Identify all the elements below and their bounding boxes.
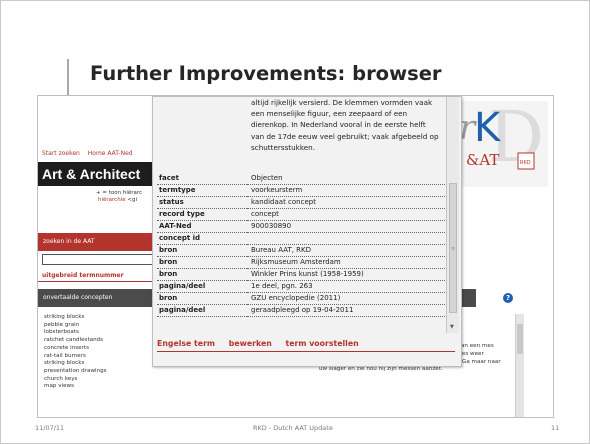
footer-date: 11/07/11 (35, 424, 65, 432)
concept-item[interactable]: map views (44, 383, 107, 391)
toon-hint: + = toon hiërarc (96, 190, 143, 196)
row-value: voorkeursterm (247, 184, 447, 197)
row-key: bron (157, 244, 247, 257)
table-row: status kandidaat concept (157, 196, 447, 209)
right-scrollbar[interactable] (515, 314, 524, 417)
popup-scope-note: altijd rijkelijk versierd. De klemmen vo… (251, 98, 439, 152)
concept-item[interactable]: church keys (44, 376, 107, 384)
concept-item[interactable]: rat-tail burners (44, 353, 107, 361)
top-nav: Start zoeken Home AAT-Ned (42, 150, 139, 157)
table-row: bron GZU encyclopedie (2011) (157, 292, 447, 305)
row-key: pagina/deel (157, 304, 247, 317)
search-panel-title: zoeken in de AAT (43, 238, 95, 245)
row-value: Winkler Prins kunst (1958-1959) (247, 268, 447, 281)
scrollbar-grip-icon: ≡ (451, 246, 456, 252)
table-row: record type concept (157, 208, 447, 221)
slide-title: Further Improvements: browser (90, 62, 442, 85)
table-row: bron Winkler Prins kunst (1958-1959) (157, 268, 447, 281)
concept-item[interactable]: concrete inserts (44, 345, 107, 353)
concept-popup: altijd rijkelijk versierd. De klemmen vo… (152, 96, 462, 367)
table-row: concept id (157, 232, 447, 245)
table-row: bron Bureau AAT, RKD (157, 244, 447, 257)
row-key: facet (157, 173, 247, 185)
row-key: termtype (157, 184, 247, 197)
row-value: Rijksmuseum Amsterdam (247, 256, 447, 269)
row-value: Bureau AAT, RKD (247, 244, 447, 257)
divider (38, 281, 158, 282)
hierarchy-line: hiërarchie <gi (98, 197, 137, 203)
concept-details-table: facet Objecten termtype voorkeursterm stat… (157, 173, 447, 317)
table-row: bron Rijksmuseum Amsterdam (157, 256, 447, 269)
row-key: bron (157, 268, 247, 281)
row-value: 900030890 (247, 220, 447, 233)
popup-scrollbar[interactable]: ≡ ▼ (446, 97, 459, 333)
bewerken-link[interactable]: bewerken (229, 339, 272, 348)
logo-letter-k: K (474, 105, 502, 151)
row-key: record type (157, 208, 247, 221)
search-input[interactable] (42, 254, 157, 265)
hierarchy-rest: <gi (127, 197, 137, 203)
row-value (247, 232, 447, 245)
site-logo[interactable]: Art & Architect (42, 166, 140, 182)
browser-screenshot: Start zoeken Home AAT-Ned Art & Architec… (37, 95, 554, 418)
link-termnummer[interactable]: termnummer (79, 272, 123, 279)
rkd-logo: D r K &AT RKD (458, 101, 548, 187)
table-row: termtype voorkeursterm (157, 184, 447, 197)
concept-list: striking blocks pebble grain lobsterboat… (44, 314, 107, 391)
concept-item[interactable]: presentation drawings (44, 368, 107, 376)
search-links: uitgebreid termnummer (42, 272, 124, 279)
untranslated-header: onvertaalde concepten (38, 289, 158, 307)
row-key: bron (157, 256, 247, 269)
row-key: concept id (157, 232, 247, 245)
hierarchy-link[interactable]: hiërarchie (98, 197, 126, 203)
popup-actions-rule (157, 351, 455, 352)
row-key: AAT-Ned (157, 220, 247, 233)
concept-item[interactable]: striking blocks (44, 360, 107, 368)
help-icon[interactable]: ? (503, 293, 513, 303)
footer-center: RKD - Dutch AAT Update (253, 424, 333, 432)
engelse-term-link[interactable]: Engelse term (157, 339, 215, 348)
scroll-down-icon[interactable]: ▼ (450, 324, 454, 330)
nav-home-aat[interactable]: Home AAT-Ned (88, 150, 133, 157)
site-logo-bar: Art & Architect (38, 162, 158, 186)
row-key: bron (157, 292, 247, 305)
logo-letter-at: &AT (466, 151, 499, 169)
table-row: facet Objecten (157, 173, 447, 185)
table-row: pagina/deel geraadpleegd op 19-04-2011 (157, 304, 447, 317)
untranslated-title: onvertaalde concepten (43, 294, 113, 301)
link-uitgebreid[interactable]: uitgebreid (42, 272, 77, 279)
page-number: 11 (551, 424, 560, 432)
row-value: 1e deel, pgn. 263 (247, 280, 447, 293)
concept-item[interactable]: pebble grain (44, 322, 107, 330)
popup-actions: Engelse term bewerken term voorstellen (157, 339, 370, 348)
row-value: Objecten (247, 173, 447, 185)
search-panel-header: zoeken in de AAT (38, 233, 158, 251)
row-value: kandidaat concept (247, 196, 447, 209)
table-row: AAT-Ned 900030890 (157, 220, 447, 233)
concept-item[interactable]: lobsterboats (44, 329, 107, 337)
table-row: pagina/deel 1e deel, pgn. 263 (157, 280, 447, 293)
row-value: concept (247, 208, 447, 221)
row-key: pagina/deel (157, 280, 247, 293)
row-value: GZU encyclopedie (2011) (247, 292, 447, 305)
slide: Further Improvements: browser Start zoek… (0, 0, 590, 444)
concept-item[interactable]: striking blocks (44, 314, 107, 322)
concept-item[interactable]: ratchet candlestands (44, 337, 107, 345)
row-key: status (157, 196, 247, 209)
row-value: geraadpleegd op 19-04-2011 (247, 304, 447, 317)
nav-start-zoeken[interactable]: Start zoeken (42, 150, 80, 157)
term-voorstellen-link[interactable]: term voorstellen (286, 339, 359, 348)
logo-rkd-box: RKD (520, 160, 531, 166)
